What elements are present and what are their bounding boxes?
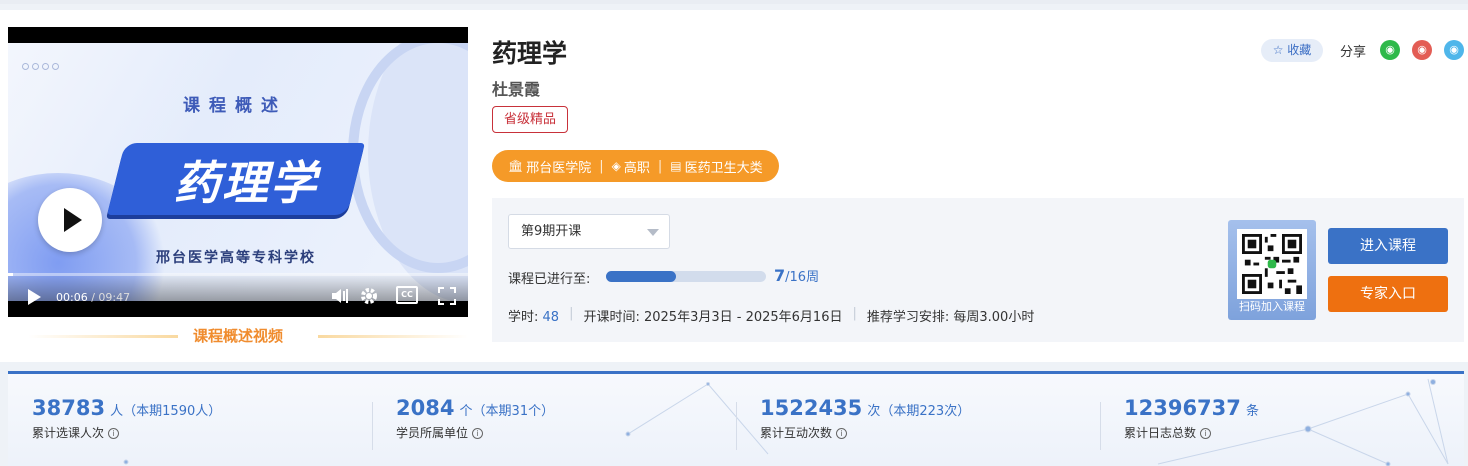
hours-value: 48	[542, 310, 560, 325]
teacher-name[interactable]: 杜景霞	[492, 76, 540, 100]
school-icon: 🏛	[508, 159, 524, 173]
chevron-down-icon	[647, 229, 659, 236]
course-page: 课程概述 药理学 邢台医学高等专科学校 00:06 / 09:47 CC 课程概…	[0, 0, 1468, 466]
stat-unit: 个（本期31个）	[459, 404, 555, 419]
current-time: 00:06	[56, 291, 88, 304]
video-time: 00:06 / 09:47	[56, 291, 131, 304]
info-icon[interactable]: i	[472, 428, 484, 439]
quality-badge: 省级精品	[492, 106, 569, 133]
stat-num: 1522435	[760, 396, 863, 420]
poster-school-name: 邢台医学高等专科学校	[156, 250, 316, 266]
share-label: 分享	[1340, 45, 1367, 60]
enter-course-button[interactable]: 进入课程	[1328, 228, 1448, 264]
stat-units: 2084 个（本期31个） 学员所属单位 i	[396, 396, 554, 441]
stat-logs: 12396737 条 累计日志总数 i	[1124, 396, 1259, 441]
course-progress-fill	[606, 271, 676, 282]
play-icon[interactable]	[28, 289, 41, 305]
course-meta: 学时: 48 | 开课时间: 2025年3月3日 - 2025年6月16日 | …	[508, 306, 1035, 325]
favorite-button[interactable]: ☆ 收藏	[1261, 39, 1323, 62]
qr-code-icon	[1242, 234, 1302, 294]
volume-mute-icon[interactable]	[330, 286, 352, 306]
current-week: 7	[774, 266, 786, 285]
video-player[interactable]: 课程概述 药理学 邢台医学高等专科学校 00:06 / 09:47 CC	[8, 27, 468, 317]
hours-label: 学时:	[508, 310, 539, 325]
video-progress-fill	[8, 273, 13, 276]
course-title: 药理学	[492, 39, 568, 68]
poster-overview-text: 课程概述	[183, 96, 287, 116]
video-poster: 课程概述 药理学 邢台医学高等专科学校	[8, 43, 468, 301]
qr-label: 扫码加入课程	[1239, 300, 1305, 313]
book-icon: ▤	[670, 159, 682, 173]
tag-category[interactable]: ▤ 医药卫生大类	[670, 157, 762, 176]
stat-enrollments: 38783 人（本期1590人） 累计选课人次 i	[32, 396, 221, 441]
fullscreen-icon[interactable]	[436, 286, 458, 306]
info-icon[interactable]: i	[108, 428, 120, 439]
video-caption: 课程概述视频	[8, 325, 468, 347]
big-play-button[interactable]	[38, 188, 102, 252]
wechat-icon[interactable]: ◉	[1380, 40, 1400, 60]
schedule-text: 开课时间: 2025年3月3日 - 2025年6月16日	[583, 310, 843, 325]
tag-school[interactable]: 🏛 邢台医学院	[508, 157, 591, 176]
qq-icon[interactable]: ◉	[1444, 40, 1464, 60]
stat-num: 38783	[32, 396, 106, 420]
stats-bar: 38783 人（本期1590人） 累计选课人次 i 2084 个（本期31个） 学…	[8, 371, 1464, 466]
settings-gear-icon[interactable]	[358, 286, 380, 306]
carousel-dots	[22, 63, 59, 70]
layers-icon: ◈	[611, 159, 621, 173]
session-select[interactable]: 第9期开课	[508, 214, 670, 249]
stat-num: 12396737	[1124, 396, 1241, 420]
expert-entry-button[interactable]: 专家入口	[1328, 276, 1448, 312]
subtitles-icon[interactable]: CC	[396, 286, 418, 304]
stat-unit: 条	[1246, 404, 1260, 419]
info-icon[interactable]: i	[1200, 428, 1212, 439]
stat-label: 累计选课人次	[32, 426, 105, 440]
course-progress-weeks: 7/16周	[774, 266, 819, 285]
stat-label: 学员所属单位	[396, 426, 469, 440]
tag-level[interactable]: ◈ 高职	[612, 157, 650, 176]
course-progress-label: 课程已进行至:	[508, 272, 591, 287]
session-select-value: 第9期开课	[521, 224, 582, 239]
duration: 09:47	[98, 291, 131, 304]
session-box: 第9期开课 课程已进行至: 7/16周 学时: 48 | 开课时间: 2025年…	[492, 198, 1464, 342]
stat-unit: 次（本期223次）	[867, 404, 971, 419]
star-icon: ☆	[1272, 43, 1284, 57]
course-tags: 🏛 邢台医学院 | ◈ 高职 | ▤ 医药卫生大类	[492, 150, 779, 182]
weibo-icon[interactable]: ◉	[1412, 40, 1432, 60]
course-progress-bar	[606, 271, 766, 282]
qr-card[interactable]: 扫码加入课程	[1228, 220, 1316, 320]
stat-interactions: 1522435 次（本期223次） 累计互动次数 i	[760, 396, 970, 441]
video-progress-bar[interactable]	[8, 273, 468, 276]
stat-label: 累计互动次数	[760, 426, 833, 440]
info-icon[interactable]: i	[836, 428, 848, 439]
stat-num: 2084	[396, 396, 455, 420]
total-weeks: /16周	[785, 270, 820, 285]
stat-label: 累计日志总数	[1124, 426, 1197, 440]
recommend-text: 推荐学习安排: 每周3.00小时	[866, 310, 1035, 325]
qr-code	[1237, 229, 1307, 299]
stat-unit: 人（本期1590人）	[110, 404, 222, 419]
poster-title: 药理学	[174, 156, 318, 210]
video-caption-text: 课程概述视频	[192, 327, 283, 345]
top-strip	[0, 0, 1468, 4]
